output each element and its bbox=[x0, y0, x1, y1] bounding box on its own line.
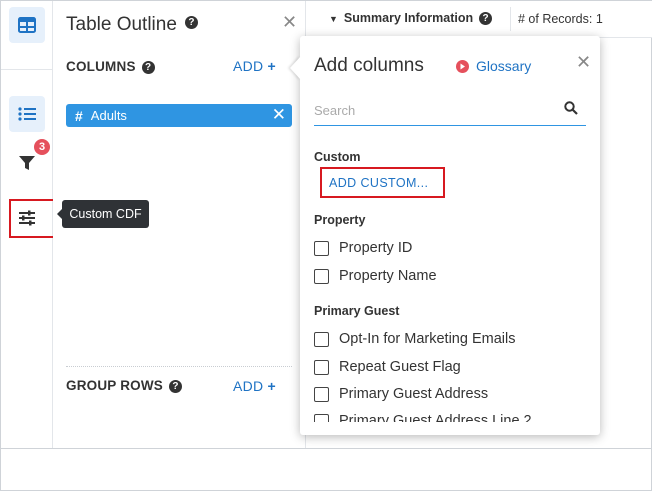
summary-label: Summary Information bbox=[343, 11, 474, 25]
group-property: Property bbox=[314, 213, 366, 227]
group-rows-help-icon[interactable]: ? bbox=[169, 379, 183, 393]
search-input[interactable] bbox=[314, 99, 554, 121]
columns-label: COLUMNS bbox=[66, 59, 136, 74]
section-divider bbox=[66, 366, 292, 367]
close-icon[interactable]: ✕ bbox=[282, 12, 297, 33]
columns-help-icon[interactable]: ? bbox=[141, 60, 155, 74]
list-item[interactable]: Primary Guest Address bbox=[314, 386, 488, 402]
list-item[interactable]: Opt-In for Marketing Emails bbox=[314, 331, 515, 347]
checkbox[interactable] bbox=[314, 331, 329, 347]
add-group-rows-button[interactable]: ADD + bbox=[233, 378, 276, 394]
add-group-rows-label: ADD bbox=[233, 378, 264, 394]
outline-button[interactable] bbox=[9, 96, 45, 132]
summary-help-icon[interactable]: ? bbox=[479, 12, 493, 26]
summary-toggle[interactable]: ▼ Summary Information? bbox=[329, 11, 493, 26]
list-item[interactable]: Property ID bbox=[314, 240, 412, 256]
columns-section-label: COLUMNS? bbox=[66, 59, 155, 74]
checkbox[interactable] bbox=[314, 359, 329, 375]
checkbox[interactable] bbox=[314, 386, 329, 402]
hash-icon: # bbox=[75, 107, 83, 124]
highlight-box-add-custom bbox=[320, 167, 445, 198]
summary-separator bbox=[510, 7, 511, 31]
list-item-label: Repeat Guest Flag bbox=[339, 359, 461, 375]
glossary-label: Glossary bbox=[476, 58, 532, 74]
checkbox[interactable] bbox=[314, 413, 329, 422]
plus-icon: + bbox=[267, 58, 276, 74]
summary-bar: ▼ Summary Information? # of Records: 1 bbox=[306, 1, 652, 38]
outline-title-text: Table Outline bbox=[66, 14, 177, 35]
rail-divider bbox=[1, 69, 53, 70]
glossary-link[interactable]: Glossary bbox=[456, 58, 531, 74]
table-icon bbox=[18, 17, 36, 33]
group-rows-label: GROUP ROWS bbox=[66, 378, 164, 393]
help-icon[interactable]: ? bbox=[184, 16, 198, 30]
list-item-label: Primary Guest Address bbox=[339, 386, 489, 402]
checkbox[interactable] bbox=[314, 240, 329, 256]
list-item[interactable]: Primary Guest Address Line 2 bbox=[314, 413, 532, 422]
popover-arrow bbox=[290, 56, 301, 80]
column-pill-label: Adults bbox=[90, 108, 127, 123]
add-columns-label: ADD bbox=[233, 58, 264, 74]
list-item-label: Primary Guest Address Line 2 bbox=[339, 413, 532, 422]
table-view-button[interactable] bbox=[9, 7, 45, 43]
popover-title: Add columns bbox=[314, 55, 424, 76]
group-primary-guest: Primary Guest bbox=[314, 304, 400, 318]
list-item[interactable]: Repeat Guest Flag bbox=[314, 359, 461, 375]
checkbox[interactable] bbox=[314, 268, 329, 284]
filter-count-badge: 3 bbox=[34, 139, 50, 155]
search-box bbox=[314, 96, 586, 126]
tooltip: Custom CDF bbox=[57, 200, 149, 228]
group-custom: Custom bbox=[314, 150, 361, 164]
list-item-label: Property Name bbox=[339, 268, 437, 284]
list-item-label: Opt-In for Marketing Emails bbox=[339, 331, 516, 347]
play-icon bbox=[456, 59, 469, 73]
bottom-divider bbox=[1, 448, 652, 449]
column-list[interactable]: Custom ADD CUSTOM... Property Property I… bbox=[300, 142, 600, 422]
group-rows-section-label: GROUP ROWS? bbox=[66, 378, 183, 393]
outline-title: Table Outline? bbox=[66, 14, 198, 36]
add-columns-popover: Add columns Glossary ✕ Custom ADD CUSTOM… bbox=[290, 36, 600, 435]
filter-icon bbox=[19, 155, 35, 170]
list-icon bbox=[18, 107, 36, 121]
column-pill-adults[interactable]: # Adults ✕ bbox=[66, 104, 292, 127]
close-icon[interactable]: ✕ bbox=[576, 52, 591, 73]
add-columns-button[interactable]: ADD + bbox=[233, 58, 276, 74]
remove-column-icon[interactable]: ✕ bbox=[272, 105, 286, 125]
highlight-box-custom-cdf bbox=[9, 199, 59, 238]
list-item[interactable]: Property Name bbox=[314, 268, 437, 284]
app-window: 3 Table Outline? ✕ COLUMNS? ADD + # Adul… bbox=[0, 0, 652, 491]
list-item-label: Property ID bbox=[339, 240, 413, 256]
chevron-down-icon: ▼ bbox=[329, 14, 338, 24]
search-icon[interactable] bbox=[564, 101, 578, 115]
record-count: # of Records: 1 bbox=[518, 12, 603, 26]
plus-icon: + bbox=[267, 378, 276, 394]
